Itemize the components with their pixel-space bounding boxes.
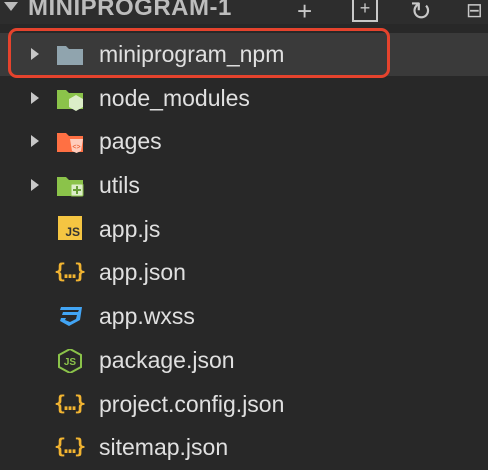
chevron-right-icon[interactable] xyxy=(31,135,39,147)
nodejs-file-icon: JS xyxy=(58,349,82,373)
tree-item-package-json[interactable]: JS package.json xyxy=(0,339,488,382)
focus-outline xyxy=(8,28,390,78)
explorer-header[interactable]: MINIPROGRAM-1 + + ↻ ⊟ xyxy=(0,0,488,27)
collapse-all-icon[interactable]: ⊟ xyxy=(466,0,483,23)
item-label: app.wxss xyxy=(99,303,195,329)
item-label: pages xyxy=(99,128,162,154)
tree-item-sitemap-json[interactable]: {…} sitemap.json xyxy=(0,426,488,469)
tree-item-utils[interactable]: utils xyxy=(0,164,488,207)
tree-item-app-wxss[interactable]: app.wxss xyxy=(0,295,488,338)
item-label: utils xyxy=(99,172,140,198)
chevron-right-icon[interactable] xyxy=(31,92,39,104)
item-label: package.json xyxy=(99,347,235,373)
tree-item-node-modules[interactable]: node_modules xyxy=(0,77,488,120)
folder-utils-icon xyxy=(57,177,84,197)
js-file-icon: JS xyxy=(58,216,82,240)
chevron-right-icon[interactable] xyxy=(31,179,39,191)
item-label: app.js xyxy=(99,216,161,242)
refresh-icon[interactable]: ↻ xyxy=(410,0,432,27)
tree-item-app-json[interactable]: {…} app.json xyxy=(0,251,488,294)
item-label: node_modules xyxy=(99,85,250,111)
workspace-title: MINIPROGRAM-1 xyxy=(28,0,232,21)
folder-node-icon xyxy=(57,90,83,111)
item-label: sitemap.json xyxy=(99,434,229,460)
folder-html-icon: <> xyxy=(57,133,83,153)
svg-text:JS: JS xyxy=(64,357,77,368)
svg-text:<>: <> xyxy=(72,144,80,151)
json-file-icon: {…} xyxy=(54,391,86,415)
tree-item-app-js[interactable]: JS app.js xyxy=(0,208,488,251)
item-label: project.config.json xyxy=(99,391,285,417)
json-file-icon: {…} xyxy=(54,434,86,458)
json-file-icon: {…} xyxy=(54,259,86,283)
new-folder-icon[interactable]: + xyxy=(352,0,378,22)
tree-item-project-config-json[interactable]: {…} project.config.json xyxy=(0,383,488,426)
new-file-icon[interactable]: + xyxy=(297,0,312,27)
css-file-icon xyxy=(60,307,82,326)
tree-item-pages[interactable]: <> pages xyxy=(0,120,488,163)
item-label: app.json xyxy=(99,259,186,285)
collapse-chevron-icon[interactable] xyxy=(4,2,18,11)
